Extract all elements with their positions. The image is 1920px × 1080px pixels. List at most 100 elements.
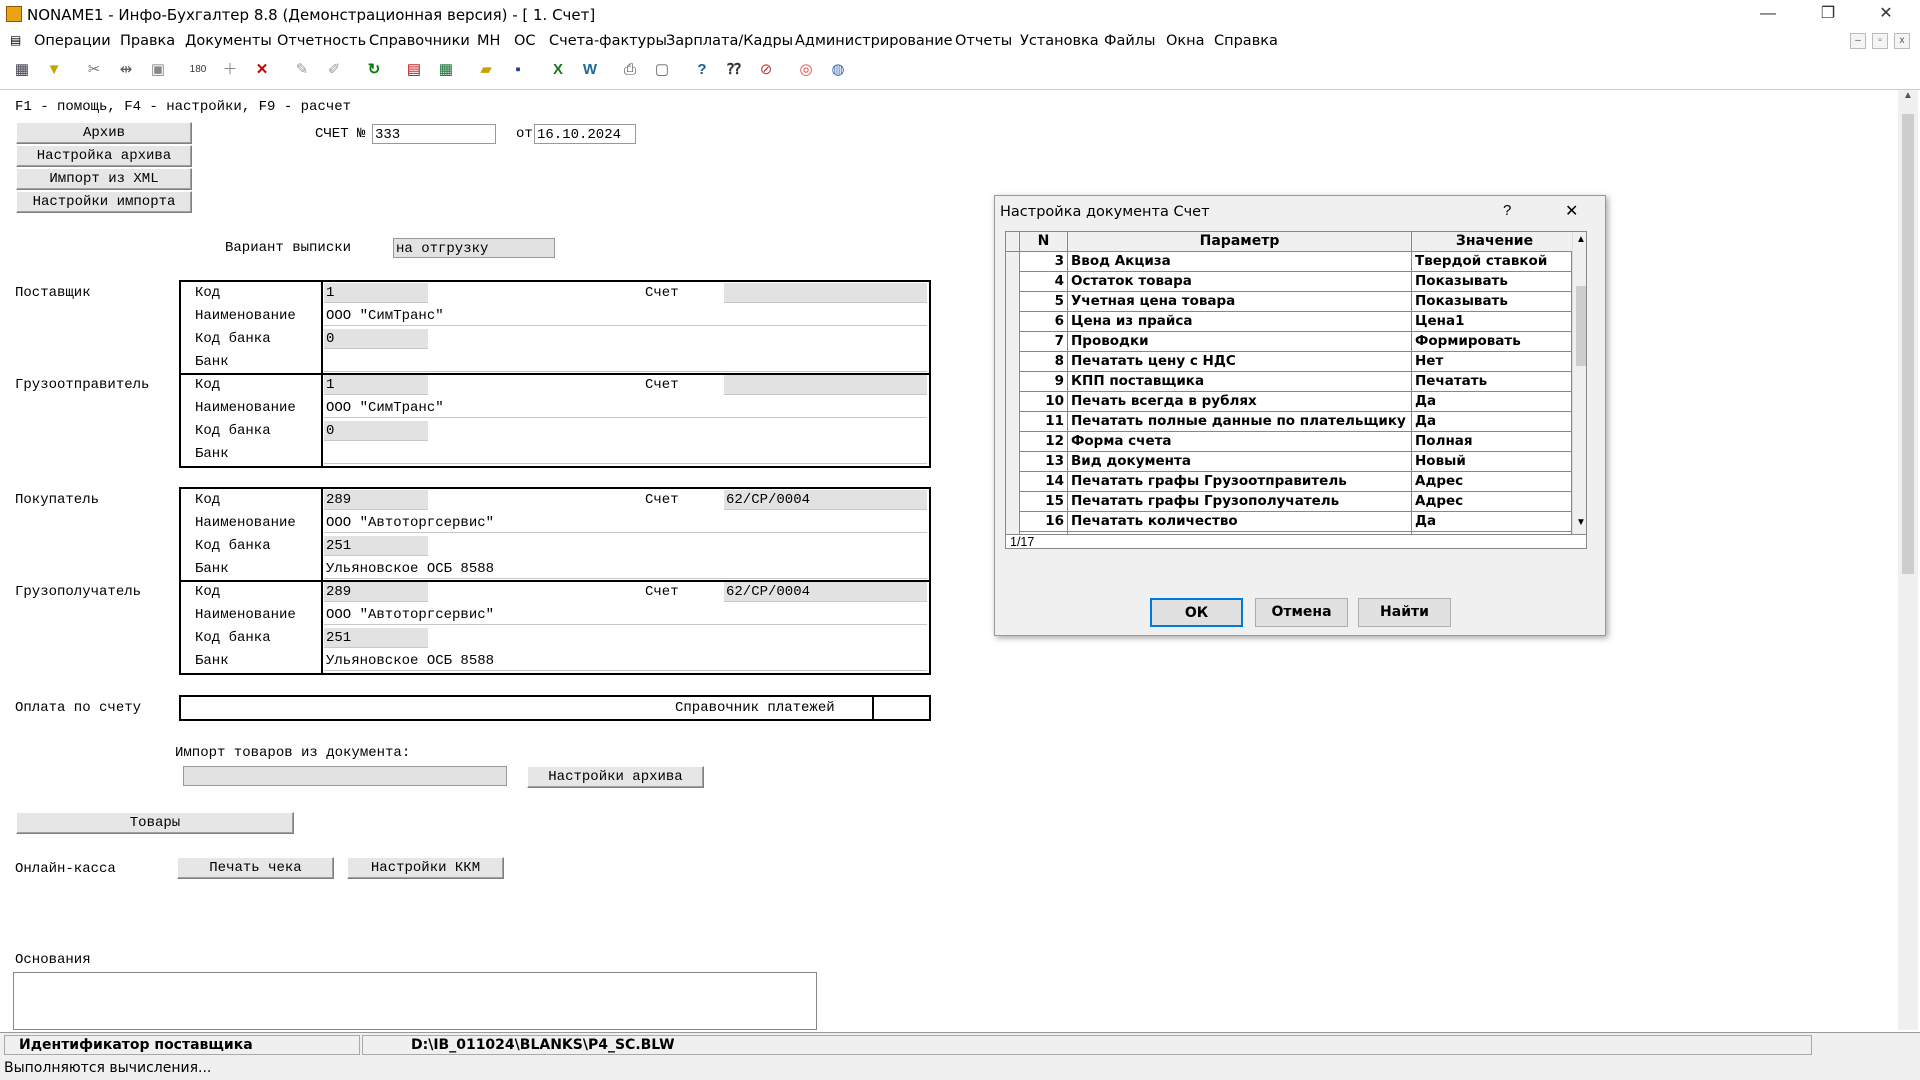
help-icon[interactable]: ? [690,59,714,83]
delete-icon[interactable]: ✕ [250,59,274,83]
filter-icon[interactable]: ▼ [42,59,66,83]
scroll-up-icon[interactable]: ▲ [1902,90,1914,106]
vertical-scrollbar[interactable]: ▲ [1898,90,1918,1030]
buyer-bank-input[interactable]: Ульяновское ОСБ 8588 [324,559,927,579]
preview-icon[interactable]: ▢ [650,59,674,83]
calculator-icon[interactable]: ▦ [434,59,458,83]
refresh-icon[interactable]: ↻ [362,59,386,83]
import-document-input[interactable] [183,766,507,786]
menu-edit[interactable]: Правка [120,33,175,49]
menu-reporting[interactable]: Отчетность [277,33,366,49]
print-icon[interactable]: ⎙ [618,59,642,83]
consignee-bank-code-input[interactable]: 251 [324,628,428,648]
close-button[interactable]: ✕ [1858,0,1914,30]
form-icon[interactable]: ▦ [10,59,34,83]
settings-row[interactable]: 11 Печатать полные данные по плательщику Д… [1006,412,1572,432]
import-settings-button[interactable]: Настройки импорта [16,191,192,213]
add-icon[interactable]: ＋ [218,59,242,83]
system-menu-icon[interactable]: ▤ [10,33,21,47]
buyer-account-input[interactable]: 62/СР/0004 [724,490,927,510]
settings-row[interactable]: 8 Печатать цену с НДС Нет [1006,352,1572,372]
open-folder-icon[interactable]: ▰ [474,59,498,83]
supplier-bank-input[interactable] [324,352,927,372]
menu-help[interactable]: Справка [1214,33,1278,49]
mdi-restore-button[interactable]: ▫ [1872,33,1888,49]
buyer-bank-code-input[interactable]: 251 [324,536,428,556]
grid-scrollbar[interactable]: ▲ ▼ [1572,232,1586,534]
menu-settings[interactable]: Установка [1020,33,1099,49]
settings-row[interactable]: 6 Цена из прайса Цена1 [1006,312,1572,332]
menu-mn[interactable]: МН [477,33,500,49]
menu-salary[interactable]: Зарплата/Кадры [666,33,793,49]
settings-row[interactable]: 16 Печатать количество Да [1006,512,1572,532]
grid-scroll-thumb[interactable] [1576,286,1586,366]
menu-documents[interactable]: Документы [185,33,272,49]
basis-textarea[interactable] [13,972,817,1030]
buyer-code-input[interactable]: 289 [324,490,428,510]
context-help-icon[interactable]: ⁇ [722,59,746,83]
network-icon[interactable]: ◍ [826,59,850,83]
word-icon[interactable]: W [578,59,602,83]
move-icon[interactable]: ✐ [322,59,346,83]
supplier-bank-code-input[interactable]: 0 [324,329,428,349]
shipper-name-input[interactable]: ООО "СимТранс" [324,398,927,418]
insert-column-icon[interactable]: ⇹ [114,59,138,83]
shipper-account-input[interactable] [724,375,927,395]
paste-icon[interactable]: ▣ [146,59,170,83]
settings-row[interactable]: 10 Печать всегда в рублях Да [1006,392,1572,412]
shipper-bank-input[interactable] [324,444,927,464]
save-icon[interactable]: ▪ [506,59,530,83]
menu-operations[interactable]: Операции [34,33,111,49]
settings-row[interactable]: 5 Учетная цена товара Показывать [1006,292,1572,312]
cancel-button[interactable]: Отмена [1255,598,1348,627]
lifebuoy-icon[interactable]: ◎ [794,59,818,83]
menu-invoices[interactable]: Счета-фактуры [549,33,667,49]
settings-row[interactable]: 13 Вид документа Новый [1006,452,1572,472]
buyer-name-input[interactable]: ООО "Автоторгсервис" [324,513,927,533]
find-button[interactable]: Найти [1358,598,1451,627]
settings-row[interactable]: 12 Форма счета Полная [1006,432,1572,452]
excel-icon[interactable]: X [546,59,570,83]
settings-row[interactable]: 3 Ввод Акциза Твердой ставкой [1006,252,1572,272]
variant-input[interactable]: на отгрузку [393,238,555,258]
settings-row[interactable]: 14 Печатать графы Грузоотправитель Адрес [1006,472,1572,492]
menu-windows[interactable]: Окна [1166,33,1205,49]
import-archive-settings-button[interactable]: Настройки архива [527,766,704,788]
calc-180-icon[interactable]: 180 [186,59,210,83]
archive-button[interactable]: Архив [16,122,192,144]
shipper-bank-code-input[interactable]: 0 [324,421,428,441]
compass-icon[interactable]: ⊘ [754,59,778,83]
pdf-icon[interactable]: ▤ [402,59,426,83]
scroll-thumb[interactable] [1902,114,1914,574]
menu-administration[interactable]: Администрирование [795,33,953,49]
mdi-minimize-button[interactable]: – [1850,33,1866,49]
settings-row[interactable]: 4 Остаток товара Показывать [1006,272,1572,292]
copy-icon[interactable]: ✎ [290,59,314,83]
consignee-account-input[interactable]: 62/СР/0004 [724,582,927,602]
grid-scroll-up-icon[interactable]: ▲ [1575,234,1586,245]
supplier-code-input[interactable]: 1 [324,283,428,303]
menu-os[interactable]: ОС [514,33,536,49]
menu-reports[interactable]: Отчеты [955,33,1012,49]
settings-row[interactable]: 7 Проводки Формировать [1006,332,1572,352]
settings-row[interactable]: 15 Печатать графы Грузополучатель Адрес [1006,492,1572,512]
menu-files[interactable]: Файлы [1104,33,1156,49]
cut-icon[interactable]: ✂ [82,59,106,83]
invoice-number-input[interactable]: 333 [372,124,496,144]
restore-button[interactable]: ❐ [1800,0,1856,30]
shipper-code-input[interactable]: 1 [324,375,428,395]
date-input[interactable]: 16.10.2024 [534,124,636,144]
dialog-close-button[interactable]: ✕ [1565,201,1578,221]
minimize-button[interactable]: — [1740,0,1796,30]
archive-settings-button[interactable]: Настройка архива [16,145,192,167]
consignee-bank-input[interactable]: Ульяновское ОСБ 8588 [324,651,927,671]
payment-reference-link[interactable]: Справочник платежей [675,698,835,718]
mdi-close-button[interactable]: x [1894,33,1910,49]
ok-button[interactable]: ОК [1150,598,1243,627]
kkm-settings-button[interactable]: Настройки ККМ [347,857,504,879]
menu-references[interactable]: Справочники [369,33,470,49]
print-receipt-button[interactable]: Печать чека [177,857,334,879]
grid-scroll-down-icon[interactable]: ▼ [1575,517,1586,528]
dialog-help-button[interactable]: ? [1503,202,1511,219]
supplier-account-input[interactable] [724,283,927,303]
